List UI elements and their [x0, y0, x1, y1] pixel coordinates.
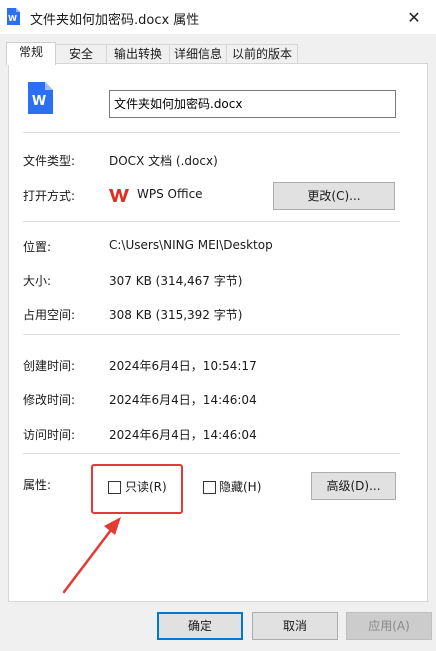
- tab-general[interactable]: 常规: [6, 42, 56, 65]
- svg-text:W: W: [32, 94, 46, 109]
- size-on-disk-value: 308 KB (315,392 字节): [109, 308, 243, 322]
- close-icon: ✕: [407, 7, 421, 27]
- hidden-label[interactable]: 隐藏(H): [219, 478, 261, 495]
- divider: [23, 334, 400, 335]
- general-panel: W 文件类型: DOCX 文档 (.docx) 打开方式: WPS Office…: [8, 63, 428, 602]
- divider: [23, 132, 400, 133]
- apply-button[interactable]: 应用(A): [346, 612, 432, 640]
- wps-writer-file-icon: W: [28, 82, 53, 114]
- open-with-label: 打开方式:: [23, 189, 76, 203]
- tab-previous-versions[interactable]: 以前的版本: [226, 44, 298, 64]
- tab-security[interactable]: 安全: [55, 44, 107, 64]
- file-type-label: 文件类型:: [23, 154, 76, 168]
- accessed-value: 2024年6月4日，14:46:04: [109, 428, 257, 442]
- svg-text:W: W: [8, 14, 17, 23]
- window-title: 文件夹如何加密码.docx 属性: [30, 13, 200, 28]
- created-value: 2024年6月4日，10:54:17: [109, 359, 257, 373]
- size-value: 307 KB (314,467 字节): [109, 274, 243, 288]
- tab-output-conversion[interactable]: 输出转换: [106, 44, 170, 64]
- ok-button[interactable]: 确定: [157, 612, 243, 640]
- location-value: C:\Users\NING MEI\Desktop: [109, 238, 273, 252]
- wps-office-logo-icon: [109, 189, 129, 202]
- file-type-value: DOCX 文档 (.docx): [109, 154, 218, 168]
- attributes-label: 属性:: [23, 478, 52, 492]
- accessed-label: 访问时间:: [23, 428, 76, 442]
- title-bar: W 文件夹如何加密码.docx 属性 ✕: [0, 0, 436, 34]
- modified-value: 2024年6月4日，14:46:04: [109, 393, 257, 407]
- file-name-input[interactable]: [109, 90, 396, 118]
- readonly-highlight-box: [91, 464, 183, 514]
- location-label: 位置:: [23, 240, 52, 254]
- advanced-button[interactable]: 高级(D)...: [311, 472, 396, 500]
- size-label: 大小:: [23, 274, 52, 288]
- created-label: 创建时间:: [23, 359, 76, 373]
- divider: [23, 453, 400, 454]
- open-with-app: WPS Office: [137, 187, 203, 201]
- close-button[interactable]: ✕: [392, 0, 436, 34]
- tab-details[interactable]: 详细信息: [169, 44, 227, 64]
- wps-writer-file-icon: W: [7, 8, 20, 25]
- hidden-checkbox[interactable]: [203, 481, 216, 494]
- divider: [23, 221, 400, 222]
- cancel-button[interactable]: 取消: [252, 612, 338, 640]
- modified-label: 修改时间:: [23, 393, 76, 407]
- size-on-disk-label: 占用空间:: [23, 308, 76, 322]
- change-button[interactable]: 更改(C)...: [273, 182, 395, 210]
